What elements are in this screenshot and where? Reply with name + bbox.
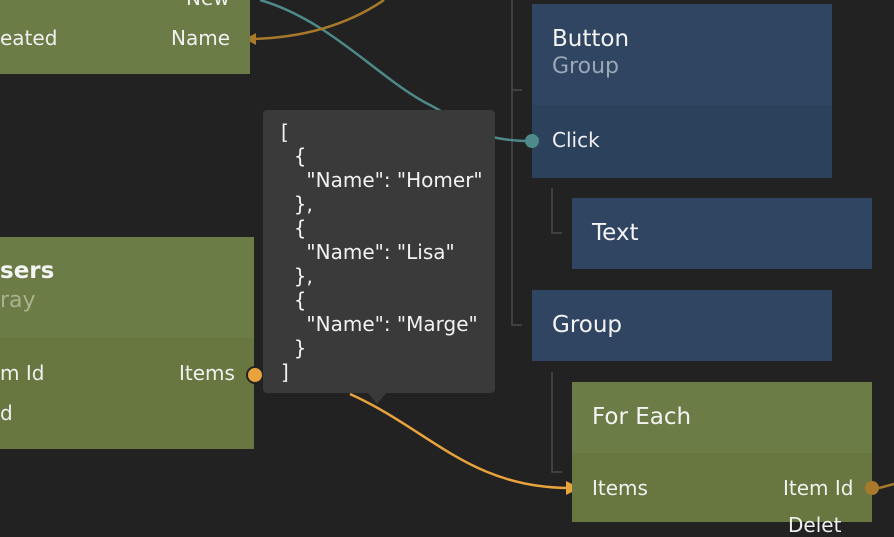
node-header: sers ray: [0, 237, 254, 338]
node-body: m Id d Items: [0, 338, 254, 449]
port-name-label: Name: [171, 26, 231, 50]
wire-itemid[interactable]: [878, 482, 894, 490]
port-delete-label: Delet: [788, 513, 842, 537]
node-button-group[interactable]: Button Group Click: [532, 4, 832, 178]
port-click-label: Click: [552, 128, 600, 152]
node-title: For Each: [592, 404, 692, 430]
node-subtitle: ray: [0, 288, 36, 313]
port-d-label: d: [0, 401, 13, 425]
port-items-label: Items: [592, 476, 648, 500]
port-items-label: Items: [179, 361, 235, 385]
port-itemid-label: Item Id: [783, 476, 854, 500]
node-title: Button: [552, 26, 630, 52]
port-click-dot[interactable]: [525, 134, 539, 148]
port-itemid-label: m Id: [0, 361, 45, 385]
port-created-label: eated: [0, 26, 58, 50]
node-subtitle: Group: [552, 54, 619, 79]
node-title: Group: [552, 312, 623, 338]
tooltip-pointer: [367, 392, 387, 404]
node-title: Text: [592, 220, 639, 246]
node-body: Click: [532, 105, 832, 178]
node-topleft[interactable]: New eated Name: [0, 0, 250, 74]
port-items-dot[interactable]: [246, 366, 264, 384]
wire-items[interactable]: [349, 392, 571, 490]
node-for-each[interactable]: For Each Items Item Id Delet: [572, 382, 872, 537]
port-itemid-dot[interactable]: [865, 481, 879, 495]
node-body: Items Item Id Delet: [572, 453, 872, 537]
node-group[interactable]: Group: [532, 290, 832, 361]
port-new-label: New: [186, 0, 230, 10]
node-users-array[interactable]: sers ray m Id d Items: [0, 237, 254, 449]
tooltip-json-text: [ { "Name": "Homer" }, { "Name": "Lisa" …: [281, 120, 483, 384]
node-title: sers: [0, 258, 55, 284]
data-preview-tooltip: [ { "Name": "Homer" }, { "Name": "Lisa" …: [263, 110, 495, 393]
node-text[interactable]: Text: [572, 198, 872, 269]
wire-name[interactable]: [251, 0, 385, 41]
